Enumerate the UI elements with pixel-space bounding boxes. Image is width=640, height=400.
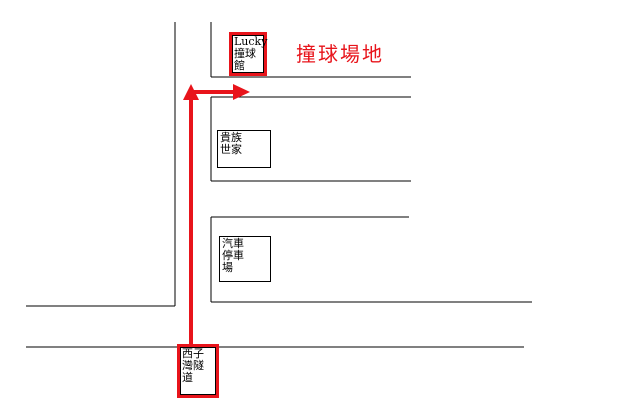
parking-lot-label: 汽車 停車 場 xyxy=(219,236,271,282)
lucky-billiards-label: Lucky 撞球 館 xyxy=(229,32,267,76)
route-arrowhead-right xyxy=(233,84,250,100)
xiziwan-tunnel-label: 西子 灣隧 道 xyxy=(177,344,219,398)
road-lines xyxy=(26,22,532,348)
map-title: 撞球場地 xyxy=(296,42,384,66)
noble-family-label: 貴族 世家 xyxy=(217,130,271,168)
